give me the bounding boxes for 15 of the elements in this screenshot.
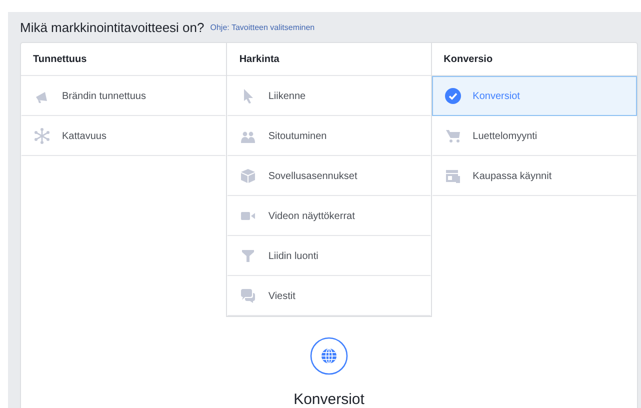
objective-option[interactable]: Kattavuus: [21, 116, 226, 156]
help-link[interactable]: Ohje: Tavoitteen valitseminen: [210, 22, 315, 32]
question-heading: Mikä markkinointitavoitteesi on?: [20, 20, 204, 34]
check-circle-icon: [444, 88, 461, 104]
objective-option[interactable]: Luettelomyynti: [432, 116, 637, 156]
objective-option[interactable]: Kaupassa käynnit: [432, 156, 637, 196]
storefront-icon: [444, 168, 461, 184]
shopping-cart-icon: [444, 128, 461, 144]
asterisk-icon: [34, 128, 50, 144]
funnel-icon: [240, 248, 256, 264]
objective-option[interactable]: Brändin tunnettuus: [21, 76, 226, 116]
cube-icon: [240, 168, 256, 184]
globe-icon: [310, 337, 348, 375]
chat-bubbles-icon: [240, 288, 256, 304]
objective-title: Konversiot: [294, 391, 364, 408]
